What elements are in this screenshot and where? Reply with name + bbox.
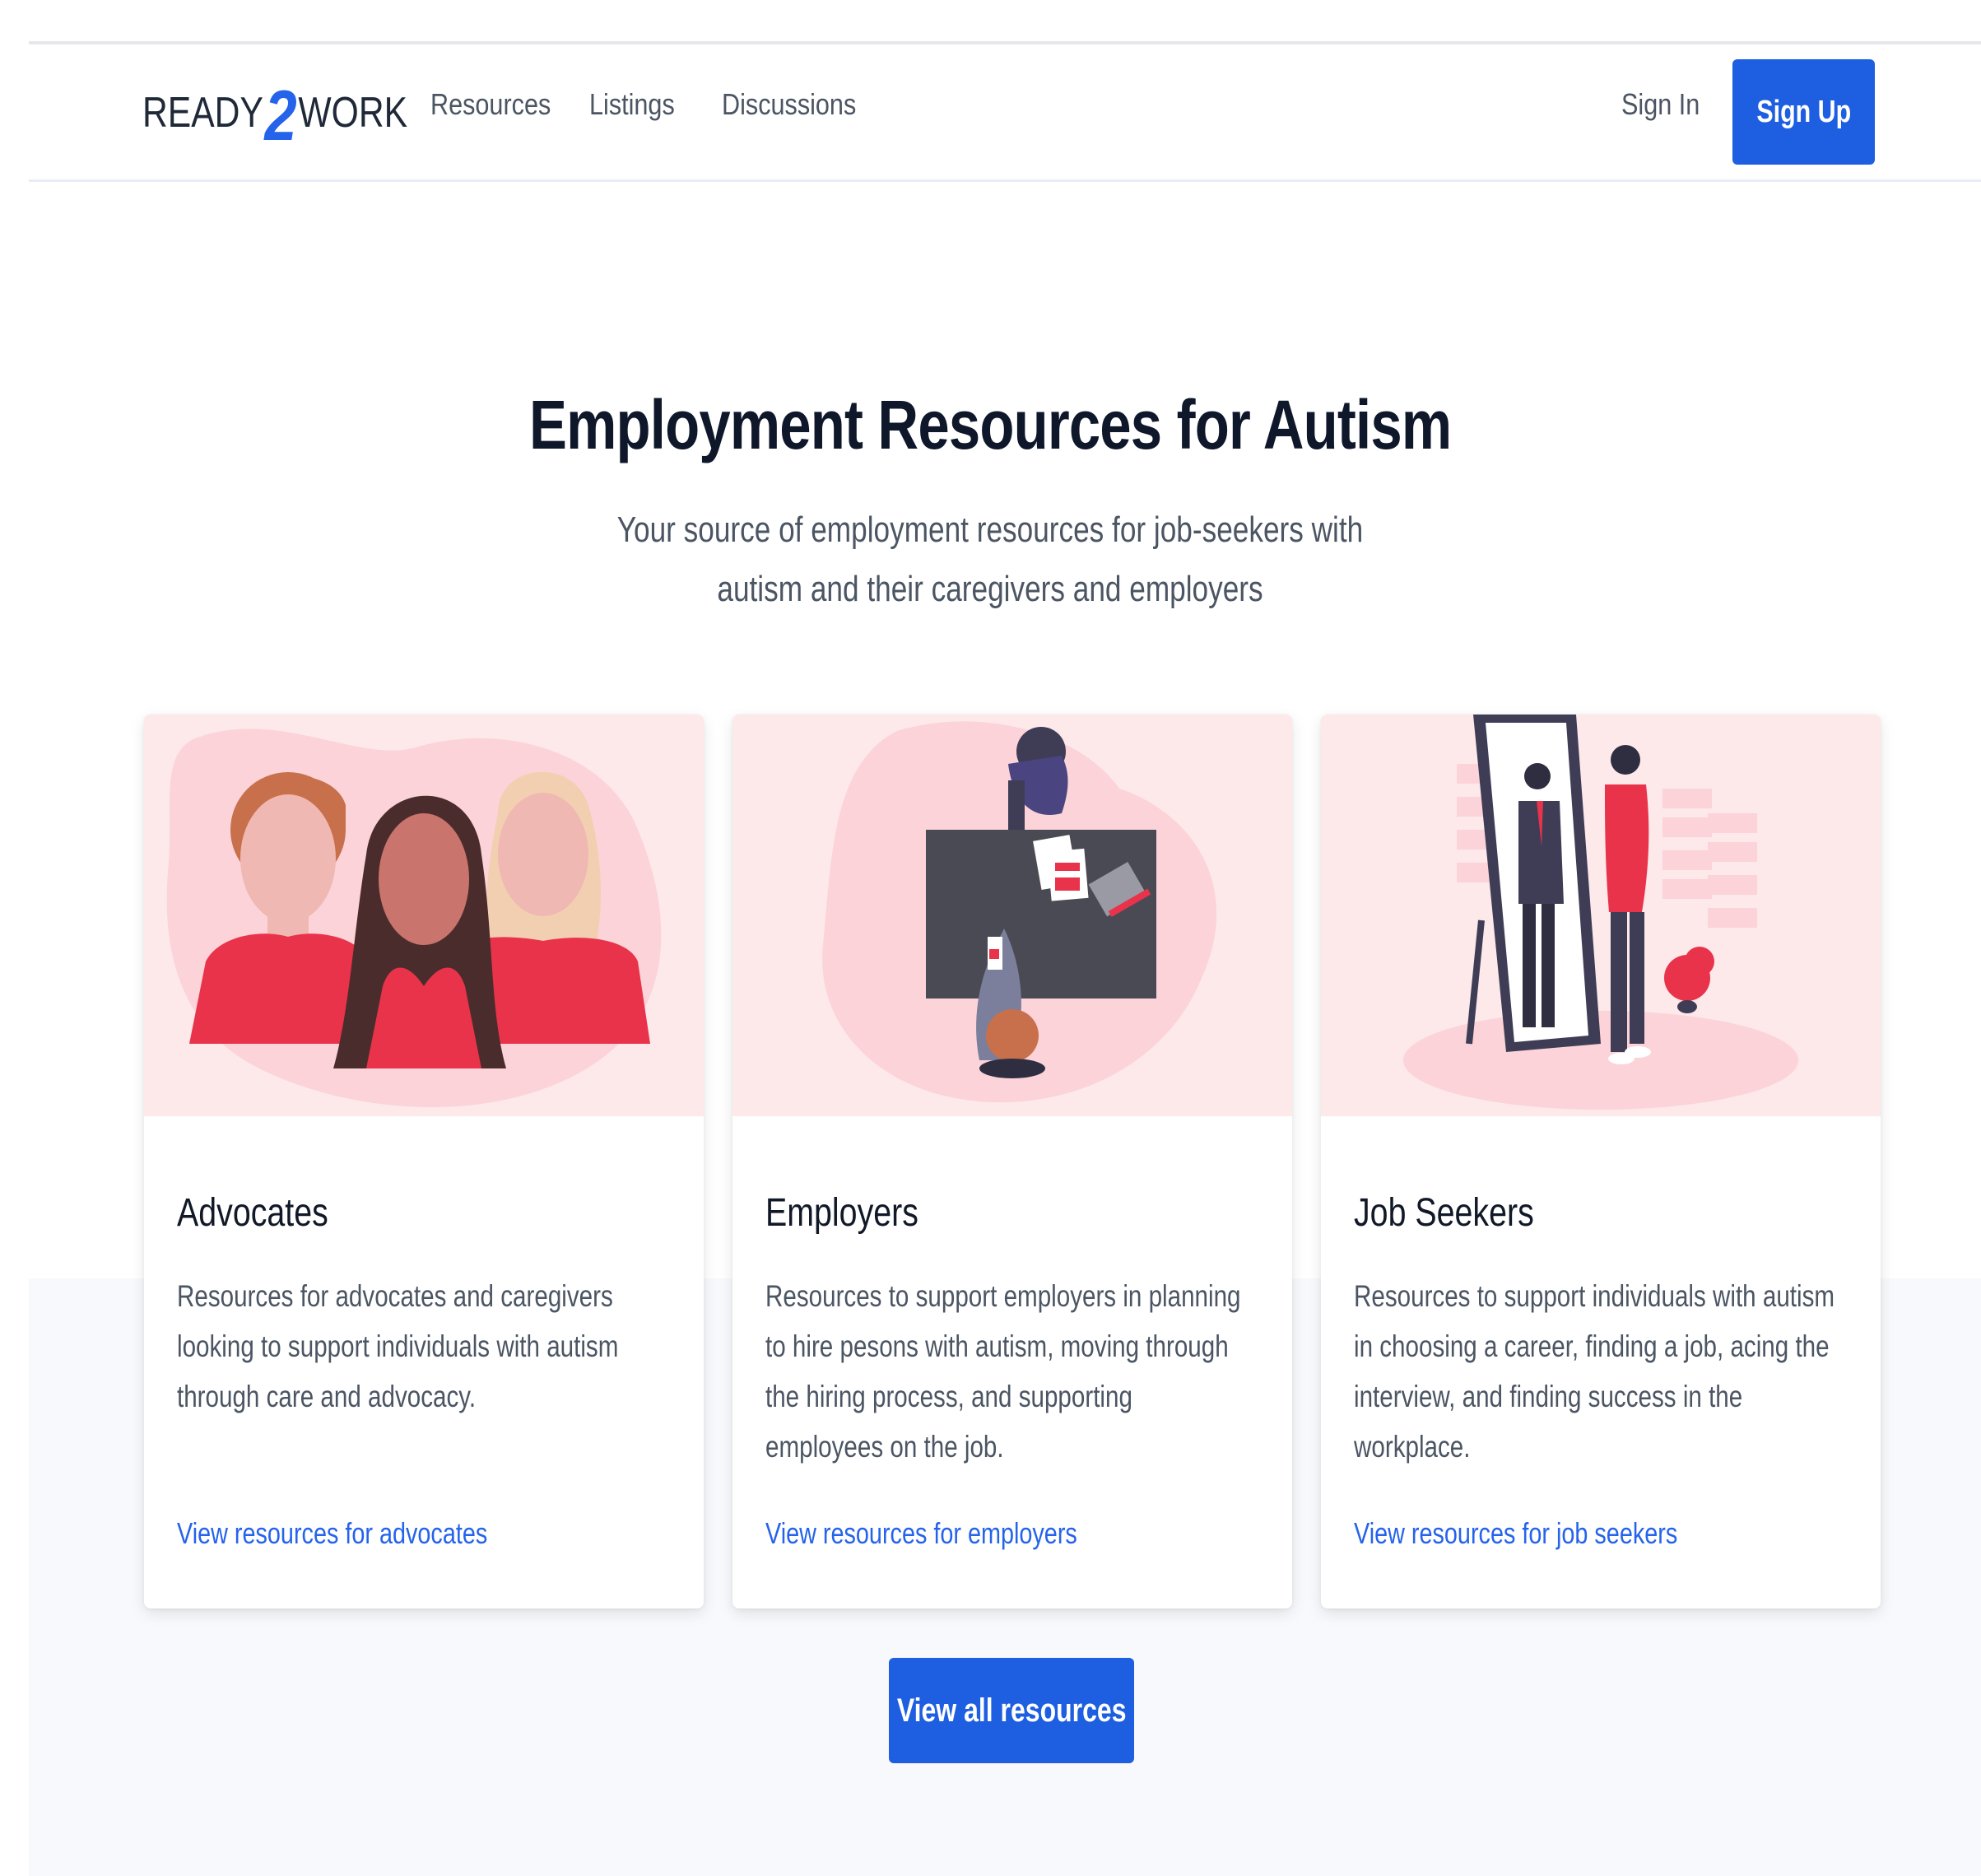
- card-title: Employers: [765, 1191, 918, 1235]
- page-subtitle: Your source of employment resources for …: [496, 500, 1484, 619]
- card-title: Job Seekers: [1354, 1191, 1534, 1235]
- card-advocates: Advocates Resources for advocates and ca…: [144, 715, 704, 1608]
- handshake-meeting-icon: [822, 721, 1217, 1103]
- sign-up-button[interactable]: Sign Up: [1732, 59, 1875, 165]
- card-title: Advocates: [177, 1191, 328, 1235]
- view-advocates-link[interactable]: View resources for advocates: [177, 1516, 487, 1551]
- view-all-resources-button[interactable]: View all resources: [889, 1658, 1134, 1763]
- card-description: Resources to support individuals with au…: [1354, 1279, 1835, 1464]
- page-title-text: Employment Resources for Autism: [529, 386, 1452, 463]
- sign-up-label: Sign Up: [1756, 94, 1851, 129]
- card-job-seekers: Job Seekers Resources to support individ…: [1321, 715, 1881, 1608]
- advocates-illustration: [144, 715, 704, 1116]
- people-group-icon: [166, 729, 662, 1108]
- logo-text-work: WORK: [298, 89, 408, 137]
- page-title: Employment Resources for Autism: [0, 385, 1981, 465]
- top-navbar: READY 2 WORK Resources Listings Discussi…: [29, 44, 1981, 182]
- browser-top-strip: [0, 0, 1981, 31]
- nav-link-discussions[interactable]: Discussions: [722, 87, 856, 122]
- page-subtitle-text: Your source of employment resources for …: [616, 510, 1364, 609]
- card-description: Resources to support employers in planni…: [765, 1279, 1241, 1464]
- logo-text-2: 2: [264, 77, 297, 156]
- site-logo[interactable]: READY 2 WORK: [142, 76, 408, 156]
- view-job-seekers-link[interactable]: View resources for job seekers: [1354, 1516, 1677, 1551]
- mirror-person-icon: [1403, 715, 1798, 1110]
- logo-text-ready: READY: [142, 89, 263, 137]
- view-employers-link[interactable]: View resources for employers: [765, 1516, 1077, 1551]
- view-all-label: View all resources: [896, 1692, 1127, 1729]
- sign-in-link[interactable]: Sign In: [1621, 87, 1700, 122]
- card-employers: Employers Resources to support employers…: [732, 715, 1292, 1608]
- employers-illustration: [732, 715, 1292, 1116]
- nav-link-listings[interactable]: Listings: [589, 87, 675, 122]
- card-description: Resources for advocates and caregivers l…: [177, 1279, 619, 1413]
- nav-link-resources[interactable]: Resources: [430, 87, 551, 122]
- job-seekers-illustration: [1321, 715, 1881, 1116]
